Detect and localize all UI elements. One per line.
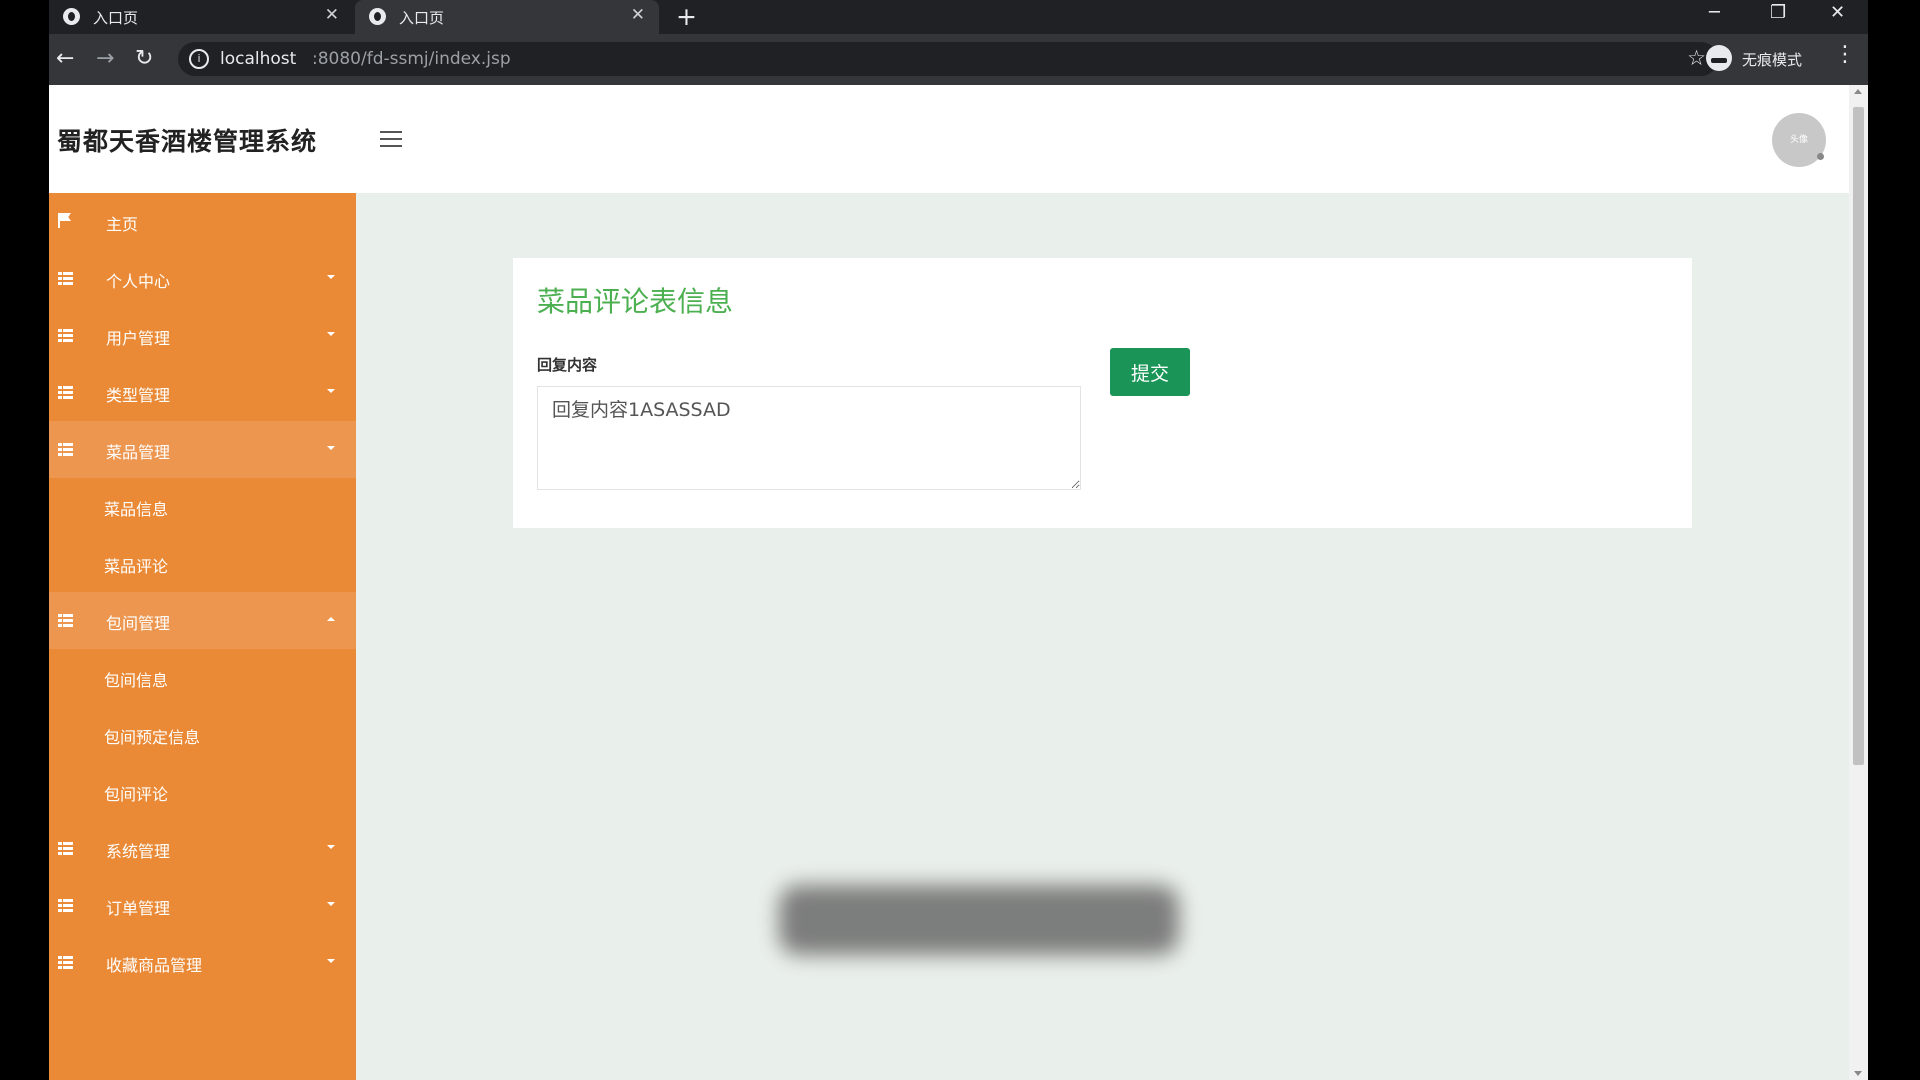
sidebar-item-label: 个人中心 [106, 272, 171, 291]
chevron-down-icon [327, 332, 335, 336]
browser-window: 入口页 ✕ 入口页 ✕ + ─ ❐ ✕ ← → ↻ i localhost :8… [49, 0, 1868, 1080]
minimize-button[interactable]: ─ [1709, 2, 1720, 23]
chevron-down-icon [327, 389, 335, 393]
sidebar-subitem-label: 包间评论 [104, 785, 169, 804]
sidebar-item-system-management[interactable]: 系统管理 [49, 820, 356, 877]
sidebar-item-type-management[interactable]: 类型管理 [49, 364, 356, 421]
sidebar-item-label: 用户管理 [106, 329, 171, 348]
restore-button[interactable]: ❐ [1770, 2, 1786, 23]
address-bar: ← → ↻ i localhost :8080/fd-ssmj/index.js… [49, 34, 1868, 85]
grid-icon [58, 842, 73, 855]
grid-icon [58, 272, 73, 285]
chevron-down-icon [327, 902, 335, 906]
close-tab-icon[interactable]: ✕ [325, 5, 339, 25]
flag-icon [58, 213, 73, 228]
sidebar-subitem-room-booking[interactable]: 包间预定信息 [49, 706, 356, 763]
scroll-down-arrow-icon[interactable] [1854, 1071, 1862, 1076]
bookmark-star-icon[interactable]: ☆ [1687, 46, 1706, 70]
scroll-up-arrow-icon[interactable] [1854, 89, 1862, 94]
sidebar-item-label: 类型管理 [106, 386, 171, 405]
chevron-up-icon [327, 617, 335, 621]
sidebar-subitem-label: 菜品评论 [104, 557, 169, 576]
sidebar: 主页 个人中心 用户管理 类型管理 菜品管理 菜品信息 菜品评论 包间管理 包间… [49, 193, 356, 1080]
info-icon[interactable]: i [189, 49, 209, 69]
sidebar-item-label: 主页 [106, 215, 139, 234]
reply-content-textarea[interactable]: 回复内容1ASASSAD [537, 386, 1081, 490]
incognito-label: 无痕模式 [1742, 51, 1803, 69]
sidebar-subitem-dish-info[interactable]: 菜品信息 [49, 478, 356, 535]
globe-icon [63, 8, 80, 25]
globe-icon [369, 8, 386, 25]
app-title: 蜀都天香酒楼管理系统 [57, 127, 318, 156]
screen: 入口页 ✕ 入口页 ✕ + ─ ❐ ✕ ← → ↻ i localhost :8… [0, 0, 1920, 1080]
chevron-down-icon [327, 446, 335, 450]
sidebar-item-label: 菜品管理 [106, 443, 171, 462]
tab-title: 入口页 [93, 9, 139, 27]
avatar-text: 头像 [1789, 135, 1808, 145]
browser-tab-active[interactable]: 入口页 ✕ [355, 0, 659, 34]
form-title: 菜品评论表信息 [537, 285, 734, 318]
sidebar-item-favorites-management[interactable]: 收藏商品管理 [49, 934, 356, 991]
sidebar-item-order-management[interactable]: 订单管理 [49, 877, 356, 934]
sidebar-subitem-room-comments[interactable]: 包间评论 [49, 763, 356, 820]
url-path: :8080/fd-ssmj/index.jsp [312, 49, 511, 69]
avatar[interactable]: 头像 [1772, 113, 1826, 167]
sidebar-item-label: 订单管理 [106, 899, 171, 918]
sidebar-subitem-label: 菜品信息 [104, 500, 169, 519]
sidebar-item-user-management[interactable]: 用户管理 [49, 307, 356, 364]
reload-icon[interactable]: ↻ [135, 46, 153, 71]
sidebar-subitem-label: 包间预定信息 [104, 728, 201, 747]
forward-icon[interactable]: → [96, 46, 114, 71]
url-host: localhost [220, 49, 297, 69]
back-icon[interactable]: ← [56, 46, 74, 71]
grid-icon [58, 329, 73, 342]
page-scrollbar[interactable] [1849, 85, 1868, 1080]
sidebar-item-personal-center[interactable]: 个人中心 [49, 250, 356, 307]
form-card: 菜品评论表信息 回复内容 回复内容1ASASSAD 提交 [513, 258, 1692, 528]
sidebar-item-label: 收藏商品管理 [106, 956, 203, 975]
scrollbar-thumb[interactable] [1853, 107, 1864, 765]
chevron-down-icon [327, 959, 335, 963]
hamburger-menu-icon[interactable] [380, 131, 402, 147]
sidebar-subitem-room-info[interactable]: 包间信息 [49, 649, 356, 706]
chevron-down-icon [327, 275, 335, 279]
browser-tab[interactable]: 入口页 ✕ [49, 0, 353, 34]
close-tab-icon[interactable]: ✕ [631, 5, 645, 25]
sidebar-subitem-dish-comments[interactable]: 菜品评论 [49, 535, 356, 592]
chevron-down-icon [327, 845, 335, 849]
blurred-overlay [779, 885, 1179, 955]
reply-content-label: 回复内容 [537, 356, 598, 374]
window-close-button[interactable]: ✕ [1830, 2, 1845, 23]
grid-icon [58, 956, 73, 969]
grid-icon [58, 443, 73, 456]
sidebar-item-label: 包间管理 [106, 614, 171, 633]
grid-icon [58, 899, 73, 912]
submit-button[interactable]: 提交 [1110, 348, 1190, 396]
grid-icon [58, 614, 73, 627]
grid-icon [58, 386, 73, 399]
page-content: 蜀都天香酒楼管理系统 头像 主页 个人中心 用户管理 类型管理 菜品管理 菜品信… [49, 85, 1849, 1080]
sidebar-item-label: 系统管理 [106, 842, 171, 861]
sidebar-item-home[interactable]: 主页 [49, 193, 356, 250]
sidebar-item-room-management[interactable]: 包间管理 [49, 592, 356, 649]
new-tab-button[interactable]: + [676, 2, 697, 31]
tab-title: 入口页 [399, 9, 445, 27]
incognito-icon [1706, 45, 1732, 71]
status-dot [1817, 153, 1824, 160]
url-input[interactable]: i localhost :8080/fd-ssmj/index.jsp ☆ [178, 42, 1718, 76]
browser-menu-icon[interactable]: ⋮ [1834, 42, 1856, 67]
app-header: 蜀都天香酒楼管理系统 头像 [49, 85, 1849, 193]
sidebar-subitem-label: 包间信息 [104, 671, 169, 690]
sidebar-item-dish-management[interactable]: 菜品管理 [49, 421, 356, 478]
tab-bar: 入口页 ✕ 入口页 ✕ + ─ ❐ ✕ [49, 0, 1868, 34]
